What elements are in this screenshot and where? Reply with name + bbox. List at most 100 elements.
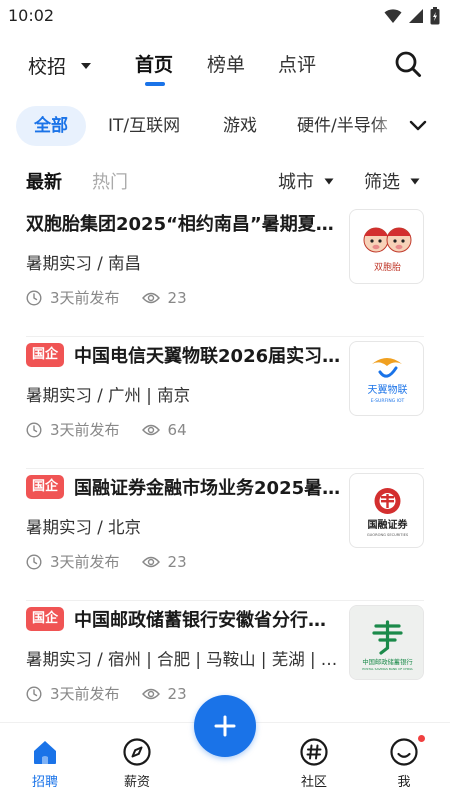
notification-dot	[418, 735, 425, 742]
home-icon	[34, 741, 56, 764]
nav-me[interactable]: 我	[374, 735, 434, 790]
company-logo: 中国邮政储蓄银行 POSTAL SAVINGS BANK OF CHINA	[349, 605, 424, 680]
clock-icon	[26, 289, 42, 306]
sort-latest[interactable]: 最新	[26, 168, 62, 194]
logo-text: 中国邮政储蓄银行	[362, 657, 413, 666]
job-title: 中国邮政储蓄银行安徽省分行暑期实习	[74, 610, 341, 631]
nav-community[interactable]: 社区	[284, 737, 344, 790]
logo-subtext: E-SURFING IOT	[371, 398, 405, 404]
job-card[interactable]: 国企 国融证券金融市场业务2025暑期实习 暑期实习 / 北京 3天前发布 23…	[26, 469, 424, 601]
school-filter-dropdown[interactable]: 校招	[28, 52, 92, 79]
view-count: 64	[167, 420, 187, 439]
logo-subtext: POSTAL SAVINGS BANK OF CHINA	[362, 667, 413, 671]
soe-badge: 国企	[26, 475, 65, 499]
job-title: 双胞胎集团2025“相约南昌”暑期夏令营	[26, 214, 341, 235]
job-title-row: 双胞胎集团2025“相约南昌”暑期夏令营	[26, 210, 341, 236]
tab-home[interactable]: 首页	[135, 50, 173, 77]
caret-down-icon	[410, 178, 420, 184]
city-filter-label: 城市	[278, 172, 314, 193]
city-filter[interactable]: 城市	[278, 168, 334, 194]
status-time: 10:02	[8, 6, 55, 25]
nav-label: 薪资	[123, 775, 150, 790]
category-chip-games[interactable]: 游戏	[223, 106, 257, 146]
smile-icon	[390, 738, 418, 766]
logo-text: 国融证券	[368, 518, 409, 531]
logo-text: 双胞胎	[374, 261, 401, 273]
job-subtitle: 暑期实习 / 宿州 | 合肥 | 马鞍山 | 芜湖 | 安庆	[26, 650, 341, 669]
tab-rankings[interactable]: 榜单	[207, 50, 245, 77]
category-chip-all[interactable]: 全部	[16, 106, 86, 146]
tianyi-iot-logo: 天翼物联 E-SURFING IOT	[368, 358, 408, 404]
posted-time: 3天前发布	[50, 553, 120, 571]
psbc-logo: 中国邮政储蓄银行 POSTAL SAVINGS BANK OF CHINA	[350, 606, 423, 679]
company-logo: 国融证券 GUORONG SECURITIES	[349, 473, 424, 548]
posted-time: 3天前发布	[50, 289, 120, 307]
status-bar: 10:02	[0, 0, 450, 32]
nav-salary[interactable]: 薪资	[107, 737, 167, 790]
job-title: 国融证券金融市场业务2025暑期实习	[74, 478, 341, 499]
screen-filter[interactable]: 筛选	[364, 168, 420, 194]
eye-icon	[141, 424, 160, 435]
tab-reviews[interactable]: 点评	[278, 50, 316, 77]
eye-icon	[141, 688, 160, 699]
school-filter-label: 校招	[28, 56, 67, 78]
job-title-row: 国企 中国邮政储蓄银行安徽省分行暑期实习	[26, 606, 341, 632]
logo-text: 天翼物联	[368, 383, 408, 396]
posted-time: 3天前发布	[50, 421, 120, 439]
compass-icon	[123, 738, 151, 766]
job-subtitle: 暑期实习 / 广州 | 南京	[26, 386, 191, 405]
job-meta: 3天前发布 23	[26, 683, 209, 704]
active-tab-indicator	[145, 82, 165, 86]
clock-icon	[26, 685, 42, 702]
category-chip-it[interactable]: IT/互联网	[108, 106, 180, 146]
chevron-down-icon[interactable]	[404, 112, 432, 140]
category-fade	[372, 106, 402, 146]
view-count: 23	[167, 552, 187, 571]
clock-icon	[26, 553, 42, 570]
job-subtitle: 暑期实习 / 南昌	[26, 254, 142, 273]
nav-recruit[interactable]: 招聘	[15, 737, 75, 790]
sort-hot[interactable]: 热门	[92, 168, 128, 194]
view-count: 23	[167, 684, 187, 703]
job-meta: 3天前发布 64	[26, 419, 209, 440]
view-count: 23	[167, 288, 187, 307]
bottom-navigation: 招聘 薪资 社区 我	[0, 695, 450, 800]
screen-filter-label: 筛选	[364, 172, 400, 193]
plus-icon	[214, 715, 236, 737]
hashtag-icon	[300, 738, 328, 766]
posted-time: 3天前发布	[50, 685, 120, 703]
eye-icon	[141, 292, 160, 303]
nav-label: 社区	[300, 775, 327, 790]
job-title: 中国电信天翼物联2026届实习生招聘	[74, 346, 341, 367]
job-title-row: 国企 国融证券金融市场业务2025暑期实习	[26, 474, 341, 500]
clock-icon	[26, 421, 42, 438]
soe-badge: 国企	[26, 343, 65, 367]
job-title-row: 国企 中国电信天翼物联2026届实习生招聘	[26, 342, 341, 368]
job-subtitle: 暑期实习 / 北京	[26, 518, 142, 537]
caret-down-icon	[81, 62, 92, 69]
nav-label: 我	[397, 775, 411, 790]
category-tabs: 全部 IT/互联网 游戏 硬件/半导体	[0, 106, 450, 146]
nav-label: 招聘	[31, 775, 58, 790]
job-list: 双胞胎集团2025“相约南昌”暑期夏令营 暑期实习 / 南昌 3天前发布 23	[0, 205, 450, 733]
top-header: 校招 首页 榜单 点评	[0, 40, 450, 90]
job-card[interactable]: 双胞胎集团2025“相约南昌”暑期夏令营 暑期实习 / 南昌 3天前发布 23	[26, 205, 424, 337]
logo-subtext: GUORONG SECURITIES	[367, 533, 409, 537]
guorong-securities-logo: 国融证券 GUORONG SECURITIES	[367, 488, 409, 537]
caret-down-icon	[324, 178, 334, 184]
battery-icon	[430, 7, 440, 25]
company-logo: 双胞胎	[349, 209, 424, 284]
soe-badge: 国企	[26, 607, 65, 631]
job-card[interactable]: 国企 中国电信天翼物联2026届实习生招聘 暑期实习 / 广州 | 南京 3天前…	[26, 337, 424, 469]
company-logo: 天翼物联 E-SURFING IOT	[349, 341, 424, 416]
signal-icon	[409, 9, 423, 23]
shuangbaotai-logo: 双胞胎	[363, 227, 412, 273]
search-icon[interactable]	[394, 50, 422, 78]
job-meta: 3天前发布 23	[26, 287, 209, 308]
wifi-icon	[384, 9, 402, 23]
post-fab-button[interactable]	[194, 695, 256, 757]
eye-icon	[141, 556, 160, 567]
status-icons	[384, 7, 440, 25]
job-meta: 3天前发布 23	[26, 551, 209, 572]
sort-bar: 最新 热门 城市 筛选	[0, 166, 450, 194]
